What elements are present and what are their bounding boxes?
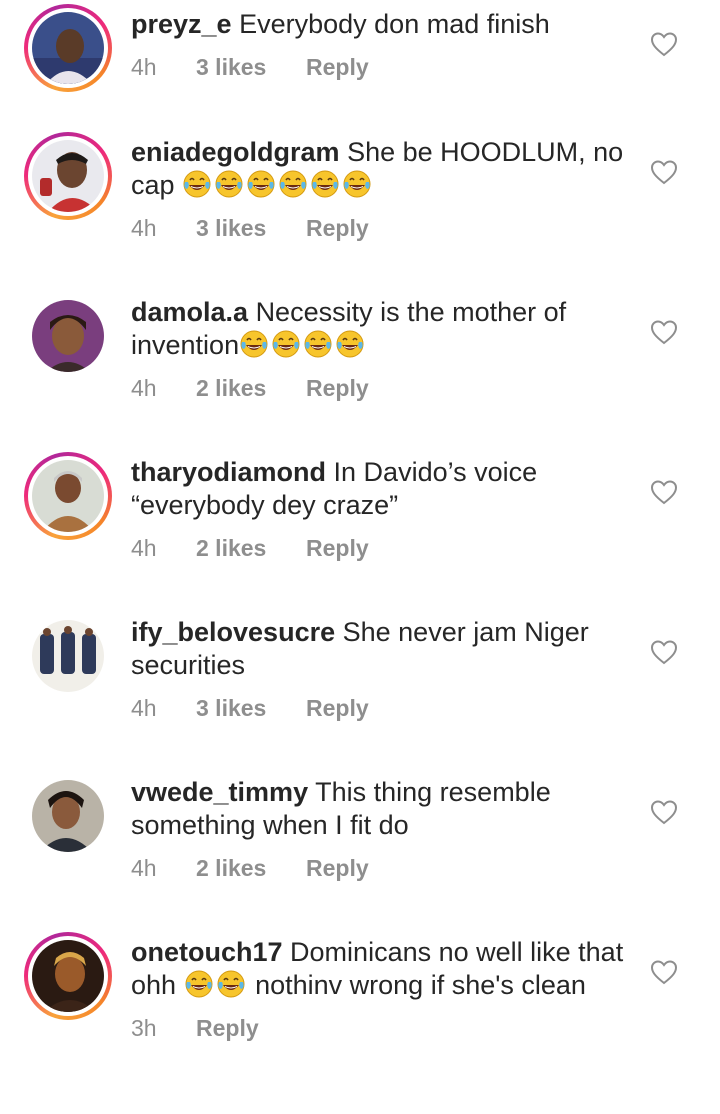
story-ring[interactable] <box>24 132 112 220</box>
avatar[interactable] <box>32 620 104 692</box>
reply-button[interactable]: Reply <box>306 692 369 725</box>
heart-outline-icon[interactable] <box>650 31 678 57</box>
story-ring[interactable] <box>24 4 112 92</box>
face-with-tears-of-joy-icon <box>183 170 211 198</box>
avatar-image <box>32 780 104 852</box>
timestamp: 4h <box>131 695 157 721</box>
avatar-image <box>32 300 104 372</box>
timestamp: 4h <box>131 855 157 881</box>
username[interactable]: ify_belovesucre <box>131 617 335 647</box>
avatar-gap <box>28 8 108 88</box>
avatar-image <box>32 140 104 212</box>
avatar[interactable] <box>32 300 104 372</box>
face-with-tears-of-joy-icon <box>343 170 371 198</box>
reply-button[interactable]: Reply <box>196 1012 259 1045</box>
comment-meta: 4h 3 likes Reply <box>131 692 631 725</box>
avatar-image <box>32 12 104 84</box>
comment-text: vwede_timmy This thing resemble somethin… <box>131 776 631 842</box>
avatar[interactable] <box>32 140 104 212</box>
username[interactable]: eniadegoldgram <box>131 137 340 167</box>
comment-text: eniadegoldgram She be HOODLUM, no cap <box>131 136 631 202</box>
timestamp: 4h <box>131 215 157 241</box>
face-with-tears-of-joy-icon <box>336 330 364 358</box>
comment-text: ify_belovesucre She never jam Niger secu… <box>131 616 631 682</box>
avatar-gap <box>28 936 108 1016</box>
comment-meta: 4h 3 likes Reply <box>131 212 631 245</box>
face-with-tears-of-joy-icon <box>240 330 268 358</box>
comment-body: Everybody don mad finish <box>239 9 550 39</box>
comment-body-end: nothinv wrong if she's clean <box>255 970 586 1000</box>
timestamp: 4h <box>131 375 157 401</box>
heart-outline-icon[interactable] <box>650 959 678 985</box>
emoji-group <box>239 330 367 360</box>
story-ring[interactable] <box>24 932 112 1020</box>
username[interactable]: vwede_timmy <box>131 777 308 807</box>
heart-outline-icon[interactable] <box>650 159 678 185</box>
heart-outline-icon[interactable] <box>650 639 678 665</box>
username[interactable]: onetouch17 <box>131 937 283 967</box>
avatar[interactable] <box>32 780 104 852</box>
likes-count[interactable]: 3 likes <box>196 692 306 725</box>
avatar-wrap <box>24 772 112 860</box>
avatar-image <box>32 460 104 532</box>
heart-outline-icon[interactable] <box>650 319 678 345</box>
avatar[interactable] <box>32 940 104 1012</box>
likes-count[interactable]: 2 likes <box>196 852 306 885</box>
comment-meta: 3h Reply <box>131 1012 631 1045</box>
heart-outline-icon[interactable] <box>650 479 678 505</box>
username[interactable]: tharyodiamond <box>131 457 326 487</box>
heart-outline-icon[interactable] <box>650 799 678 825</box>
emoji-group <box>184 970 248 1000</box>
reply-button[interactable]: Reply <box>306 532 369 565</box>
face-with-tears-of-joy-icon <box>247 170 275 198</box>
likes-count[interactable]: 3 likes <box>196 212 306 245</box>
comment-text: preyz_e Everybody don mad finish <box>131 8 631 41</box>
reply-button[interactable]: Reply <box>306 852 369 885</box>
username[interactable]: damola.a <box>131 297 248 327</box>
comment-meta: 4h 3 likes Reply <box>131 51 631 84</box>
reply-button[interactable]: Reply <box>306 372 369 405</box>
timestamp: 4h <box>131 535 157 561</box>
face-with-tears-of-joy-icon <box>279 170 307 198</box>
face-with-tears-of-joy-icon <box>272 330 300 358</box>
emoji-group <box>182 170 374 200</box>
username[interactable]: preyz_e <box>131 9 232 39</box>
avatar-wrap <box>24 292 112 380</box>
reply-button[interactable]: Reply <box>306 212 369 245</box>
avatar-image <box>32 620 104 692</box>
likes-count[interactable]: 3 likes <box>196 51 306 84</box>
timestamp: 4h <box>131 54 157 80</box>
avatar[interactable] <box>32 460 104 532</box>
face-with-tears-of-joy-icon <box>215 170 243 198</box>
timestamp: 3h <box>131 1015 157 1041</box>
face-with-tears-of-joy-icon <box>311 170 339 198</box>
comment-meta: 4h 2 likes Reply <box>131 372 631 405</box>
avatar-wrap <box>24 612 112 700</box>
comment-text: tharyodiamond In Davido’s voice “everybo… <box>131 456 631 522</box>
avatar[interactable] <box>32 12 104 84</box>
comment-meta: 4h 2 likes Reply <box>131 852 631 885</box>
avatar-gap <box>28 456 108 536</box>
avatar-gap <box>28 136 108 216</box>
comment-text: damola.a Necessity is the mother of inve… <box>131 296 631 362</box>
comment-meta: 4h 2 likes Reply <box>131 532 631 565</box>
face-with-tears-of-joy-icon <box>185 970 213 998</box>
likes-count[interactable]: 2 likes <box>196 372 306 405</box>
story-ring[interactable] <box>24 452 112 540</box>
comment-text: onetouch17 Dominicans no well like that … <box>131 936 631 1002</box>
likes-count[interactable]: 2 likes <box>196 532 306 565</box>
face-with-tears-of-joy-icon <box>304 330 332 358</box>
reply-button[interactable]: Reply <box>306 51 369 84</box>
avatar-image <box>32 940 104 1012</box>
face-with-tears-of-joy-icon <box>217 970 245 998</box>
